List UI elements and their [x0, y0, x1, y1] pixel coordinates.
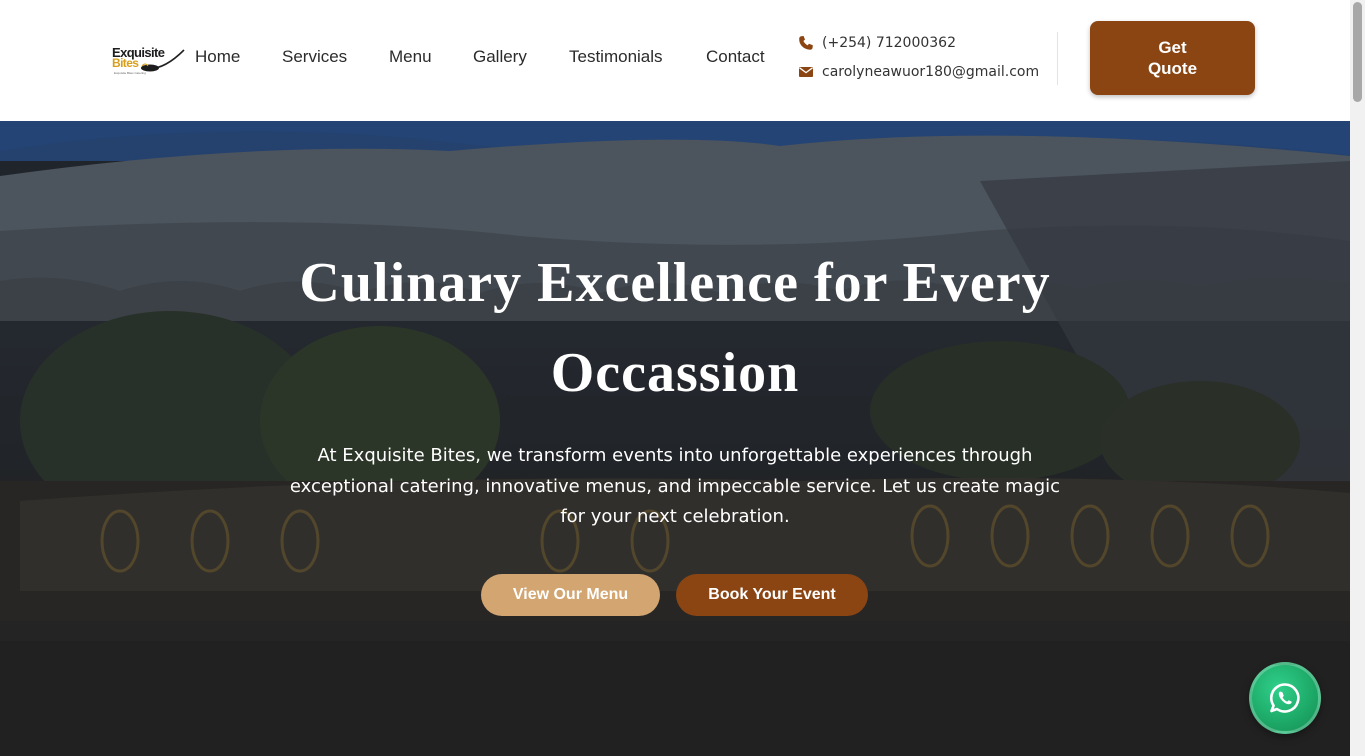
phone-icon	[798, 35, 814, 51]
hero-dark-overlay	[0, 121, 1350, 756]
view-menu-button[interactable]: View Our Menu	[481, 574, 660, 616]
hero-section: Culinary Excellence for Every Occassion …	[0, 121, 1350, 756]
whatsapp-chat-button[interactable]	[1249, 662, 1321, 734]
header-divider	[1057, 32, 1058, 85]
phone-number: (+254) 712000362	[822, 35, 956, 51]
email-contact[interactable]: carolyneawuor180@gmail.com	[798, 64, 1039, 80]
nav-home[interactable]: Home	[195, 47, 240, 67]
spoon-swoosh-icon	[141, 49, 185, 72]
book-event-button[interactable]: Book Your Event	[676, 574, 868, 616]
logo[interactable]: Exquisite Bites Exquisite Bites Catering	[112, 44, 188, 78]
get-quote-button[interactable]: Get Quote	[1090, 21, 1255, 95]
page-scrollbar[interactable]	[1350, 0, 1365, 756]
envelope-icon	[798, 64, 814, 80]
nav-testimonials[interactable]: Testimonials	[569, 47, 663, 67]
nav-contact[interactable]: Contact	[706, 47, 765, 67]
scrollbar-thumb[interactable]	[1353, 2, 1362, 102]
nav-gallery[interactable]: Gallery	[473, 47, 527, 67]
nav-services[interactable]: Services	[282, 47, 347, 67]
hero-subtitle: At Exquisite Bites, we transform events …	[289, 445, 1061, 527]
nav-menu[interactable]: Menu	[389, 47, 432, 67]
whatsapp-icon	[1269, 683, 1300, 713]
hero-title: Culinary Excellence for Every Occassion	[299, 252, 1051, 404]
phone-contact[interactable]: (+254) 712000362	[798, 35, 956, 51]
email-address: carolyneawuor180@gmail.com	[822, 64, 1040, 80]
site-header: Exquisite Bites Exquisite Bites Catering…	[0, 0, 1350, 121]
